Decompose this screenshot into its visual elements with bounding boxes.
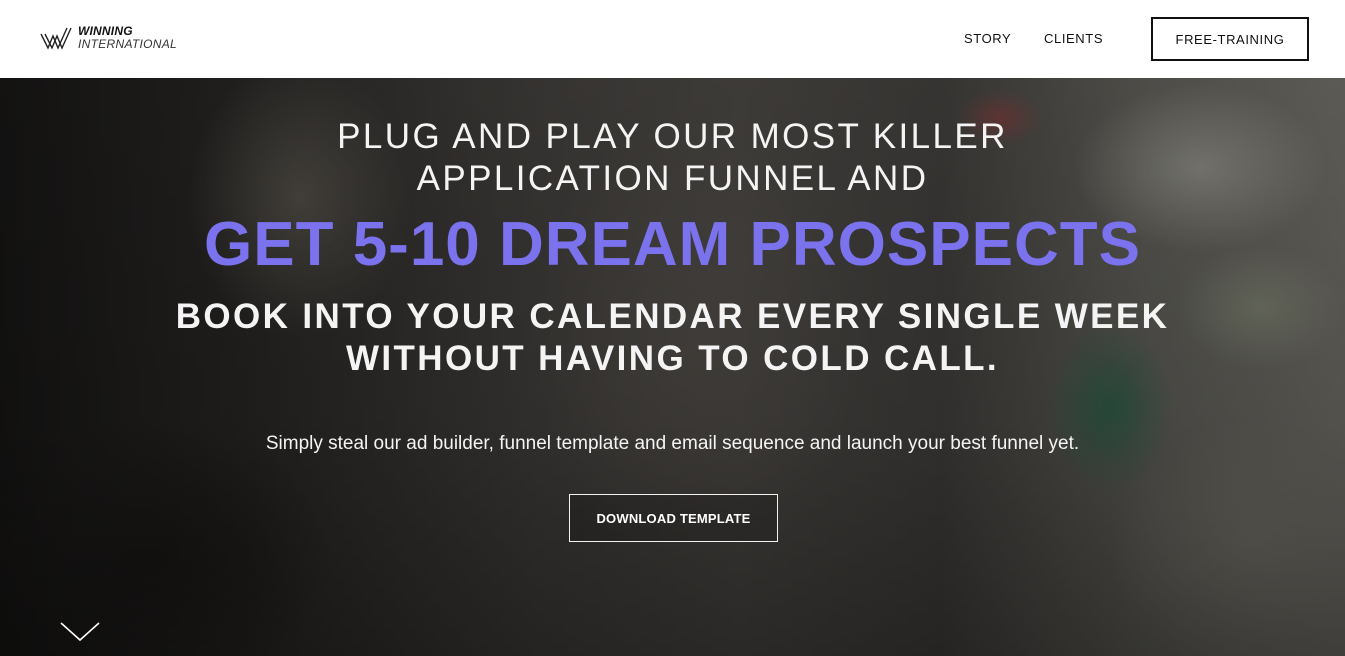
logo-wordmark: WINNING INTERNATIONAL	[78, 25, 177, 51]
chevron-down-icon[interactable]	[60, 620, 100, 644]
logo[interactable]: WINNING INTERNATIONAL	[40, 24, 200, 54]
headline-intro: PLUG AND PLAY OUR MOST KILLER APPLICATIO…	[0, 116, 1345, 200]
nav-story-link[interactable]: STORY	[964, 31, 1011, 46]
download-template-button[interactable]: DOWNLOAD TEMPLATE	[569, 494, 778, 542]
headline-highlight: GET 5-10 DREAM PROSPECTS	[204, 210, 1141, 279]
headline-line-3: BOOK INTO YOUR CALENDAR EVERY SINGLE WEE…	[175, 297, 1170, 336]
hero-subtext: Simply steal our ad builder, funnel temp…	[265, 433, 1080, 454]
hero-section: PLUG AND PLAY OUR MOST KILLER APPLICATIO…	[0, 78, 1345, 656]
headline-line-4: WITHOUT HAVING TO COLD CALL.	[345, 339, 1000, 378]
logo-mark-icon	[40, 27, 72, 50]
headline-line-2: APPLICATION FUNNEL AND	[416, 159, 929, 198]
site-header: WINNING INTERNATIONAL STORY CLIENTS FREE…	[0, 0, 1345, 78]
free-training-button[interactable]: FREE-TRAINING	[1151, 17, 1309, 61]
headline-outro: BOOK INTO YOUR CALENDAR EVERY SINGLE WEE…	[0, 296, 1345, 380]
logo-line-international: INTERNATIONAL	[78, 37, 178, 51]
headline-line-1: PLUG AND PLAY OUR MOST KILLER	[337, 117, 1008, 156]
nav-clients-link[interactable]: CLIENTS	[1044, 31, 1103, 46]
